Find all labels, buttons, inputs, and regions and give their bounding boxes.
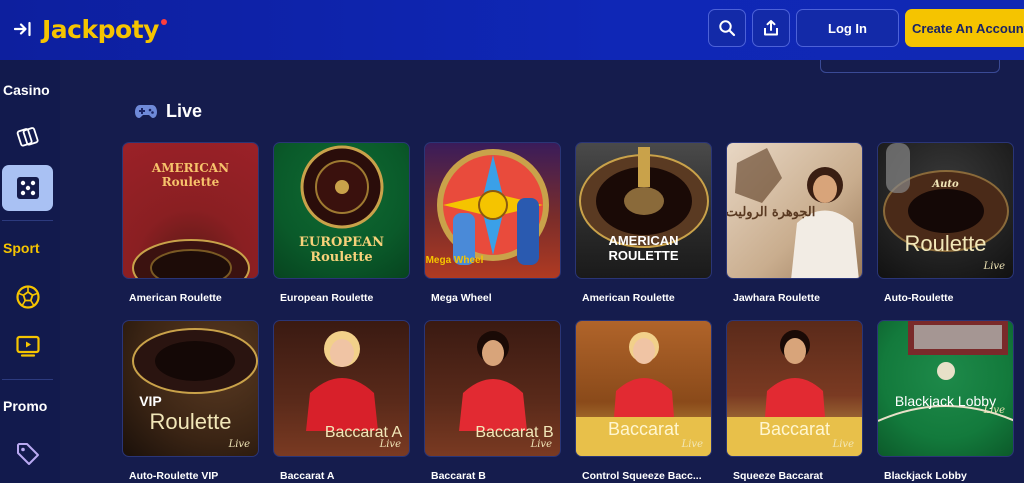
game-art-text: Baccarat bbox=[758, 419, 831, 439]
game-title[interactable]: Mega Wheel bbox=[431, 292, 571, 304]
game-title[interactable]: Jawhara Roulette bbox=[733, 292, 873, 304]
share-button[interactable] bbox=[752, 9, 790, 47]
tv-icon bbox=[15, 335, 40, 357]
live-tag: Live bbox=[832, 439, 854, 450]
share-icon bbox=[764, 20, 778, 36]
filter-bar-edge[interactable] bbox=[820, 60, 1000, 73]
logo-dot bbox=[160, 19, 167, 25]
game-art-text: Mega Wheel bbox=[425, 255, 484, 266]
game-art-text: Baccarat bbox=[607, 419, 680, 439]
sidebar-sport-label: Sport bbox=[3, 240, 40, 256]
cards-icon bbox=[16, 127, 39, 147]
game-art-text: Roulette bbox=[149, 409, 232, 434]
live-tag: Live bbox=[228, 439, 250, 450]
game-card[interactable]: Baccarat A Live bbox=[273, 320, 410, 457]
game-art-sub: Auto bbox=[932, 179, 959, 190]
game-card[interactable]: الجوهرة الروليت bbox=[726, 142, 863, 279]
game-card[interactable]: Auto Roulette Live bbox=[877, 142, 1014, 279]
game-art-text: AMERICAN ROULETTE bbox=[608, 233, 679, 263]
tag-icon bbox=[16, 443, 39, 465]
game-art-text: AMERICAN Roulette bbox=[151, 161, 230, 189]
login-button[interactable]: Log In bbox=[796, 9, 899, 47]
game-title[interactable]: Auto-Roulette VIP bbox=[129, 470, 269, 482]
sidebar-casino-label: Casino bbox=[3, 82, 50, 98]
game-title[interactable]: Baccarat A bbox=[280, 470, 420, 482]
create-account-button[interactable]: Create An Account bbox=[905, 9, 1024, 47]
game-title[interactable]: American Roulette bbox=[129, 292, 269, 304]
sidebar: Casino Sport Promo bbox=[0, 60, 60, 483]
live-tag: Live bbox=[681, 439, 703, 450]
game-card[interactable]: Mega Wheel bbox=[424, 142, 561, 279]
game-card[interactable]: Baccarat Live bbox=[575, 320, 712, 457]
football-icon bbox=[15, 285, 40, 309]
search-icon bbox=[719, 20, 736, 37]
dice-icon bbox=[16, 177, 39, 199]
live-tag: Live bbox=[379, 439, 401, 450]
main-content: Live AMERICAN Roulette American Roulette… bbox=[60, 60, 1024, 483]
sidebar-promo-label: Promo bbox=[3, 398, 48, 414]
gamepad-icon bbox=[135, 105, 157, 118]
sidebar-divider bbox=[2, 379, 53, 380]
game-card[interactable]: VIP Roulette Live bbox=[122, 320, 259, 457]
game-card[interactable]: Blackjack Lobby Live bbox=[877, 320, 1014, 457]
game-title[interactable]: Auto-Roulette bbox=[884, 292, 1024, 304]
sidebar-item-promo[interactable] bbox=[2, 431, 53, 477]
game-title[interactable]: Control Squeeze Bacc... bbox=[582, 470, 722, 482]
game-title[interactable]: European Roulette bbox=[280, 292, 420, 304]
sidebar-item-tv[interactable] bbox=[2, 323, 53, 369]
game-card[interactable]: AMERICAN Roulette bbox=[122, 142, 259, 279]
top-header: Jackpoty Log In Create An Account bbox=[0, 0, 1024, 60]
section-header-live: Live bbox=[134, 98, 202, 124]
game-card[interactable]: EUROPEAN Roulette bbox=[273, 142, 410, 279]
game-card[interactable]: AMERICAN ROULETTE bbox=[575, 142, 712, 279]
game-art-text: الجوهرة الروليت bbox=[726, 205, 816, 220]
sidebar-item-cards[interactable] bbox=[2, 114, 53, 160]
logo[interactable]: Jackpoty bbox=[42, 12, 167, 46]
sidebar-item-football[interactable] bbox=[2, 274, 53, 320]
search-button[interactable] bbox=[708, 9, 746, 47]
live-tag: Live bbox=[983, 405, 1005, 416]
game-title[interactable]: Squeeze Baccarat bbox=[733, 470, 873, 482]
collapse-sidebar-icon[interactable] bbox=[12, 18, 34, 40]
game-card[interactable]: Baccarat B Live bbox=[424, 320, 561, 457]
sidebar-item-dice[interactable] bbox=[2, 165, 53, 211]
section-title: Live bbox=[166, 100, 203, 121]
live-tag: Live bbox=[530, 439, 552, 450]
logo-text: Jackpoty bbox=[42, 14, 159, 44]
sidebar-divider bbox=[2, 220, 53, 221]
game-card[interactable]: Baccarat Live bbox=[726, 320, 863, 457]
game-title[interactable]: Baccarat B bbox=[431, 470, 571, 482]
game-art-sub: VIP bbox=[139, 393, 162, 409]
game-art-text: Roulette bbox=[904, 231, 987, 256]
game-title[interactable]: Blackjack Lobby bbox=[884, 470, 1024, 482]
live-tag: Live bbox=[983, 261, 1005, 272]
game-art-text: EUROPEAN Roulette bbox=[298, 235, 385, 265]
game-title[interactable]: American Roulette bbox=[582, 292, 722, 304]
